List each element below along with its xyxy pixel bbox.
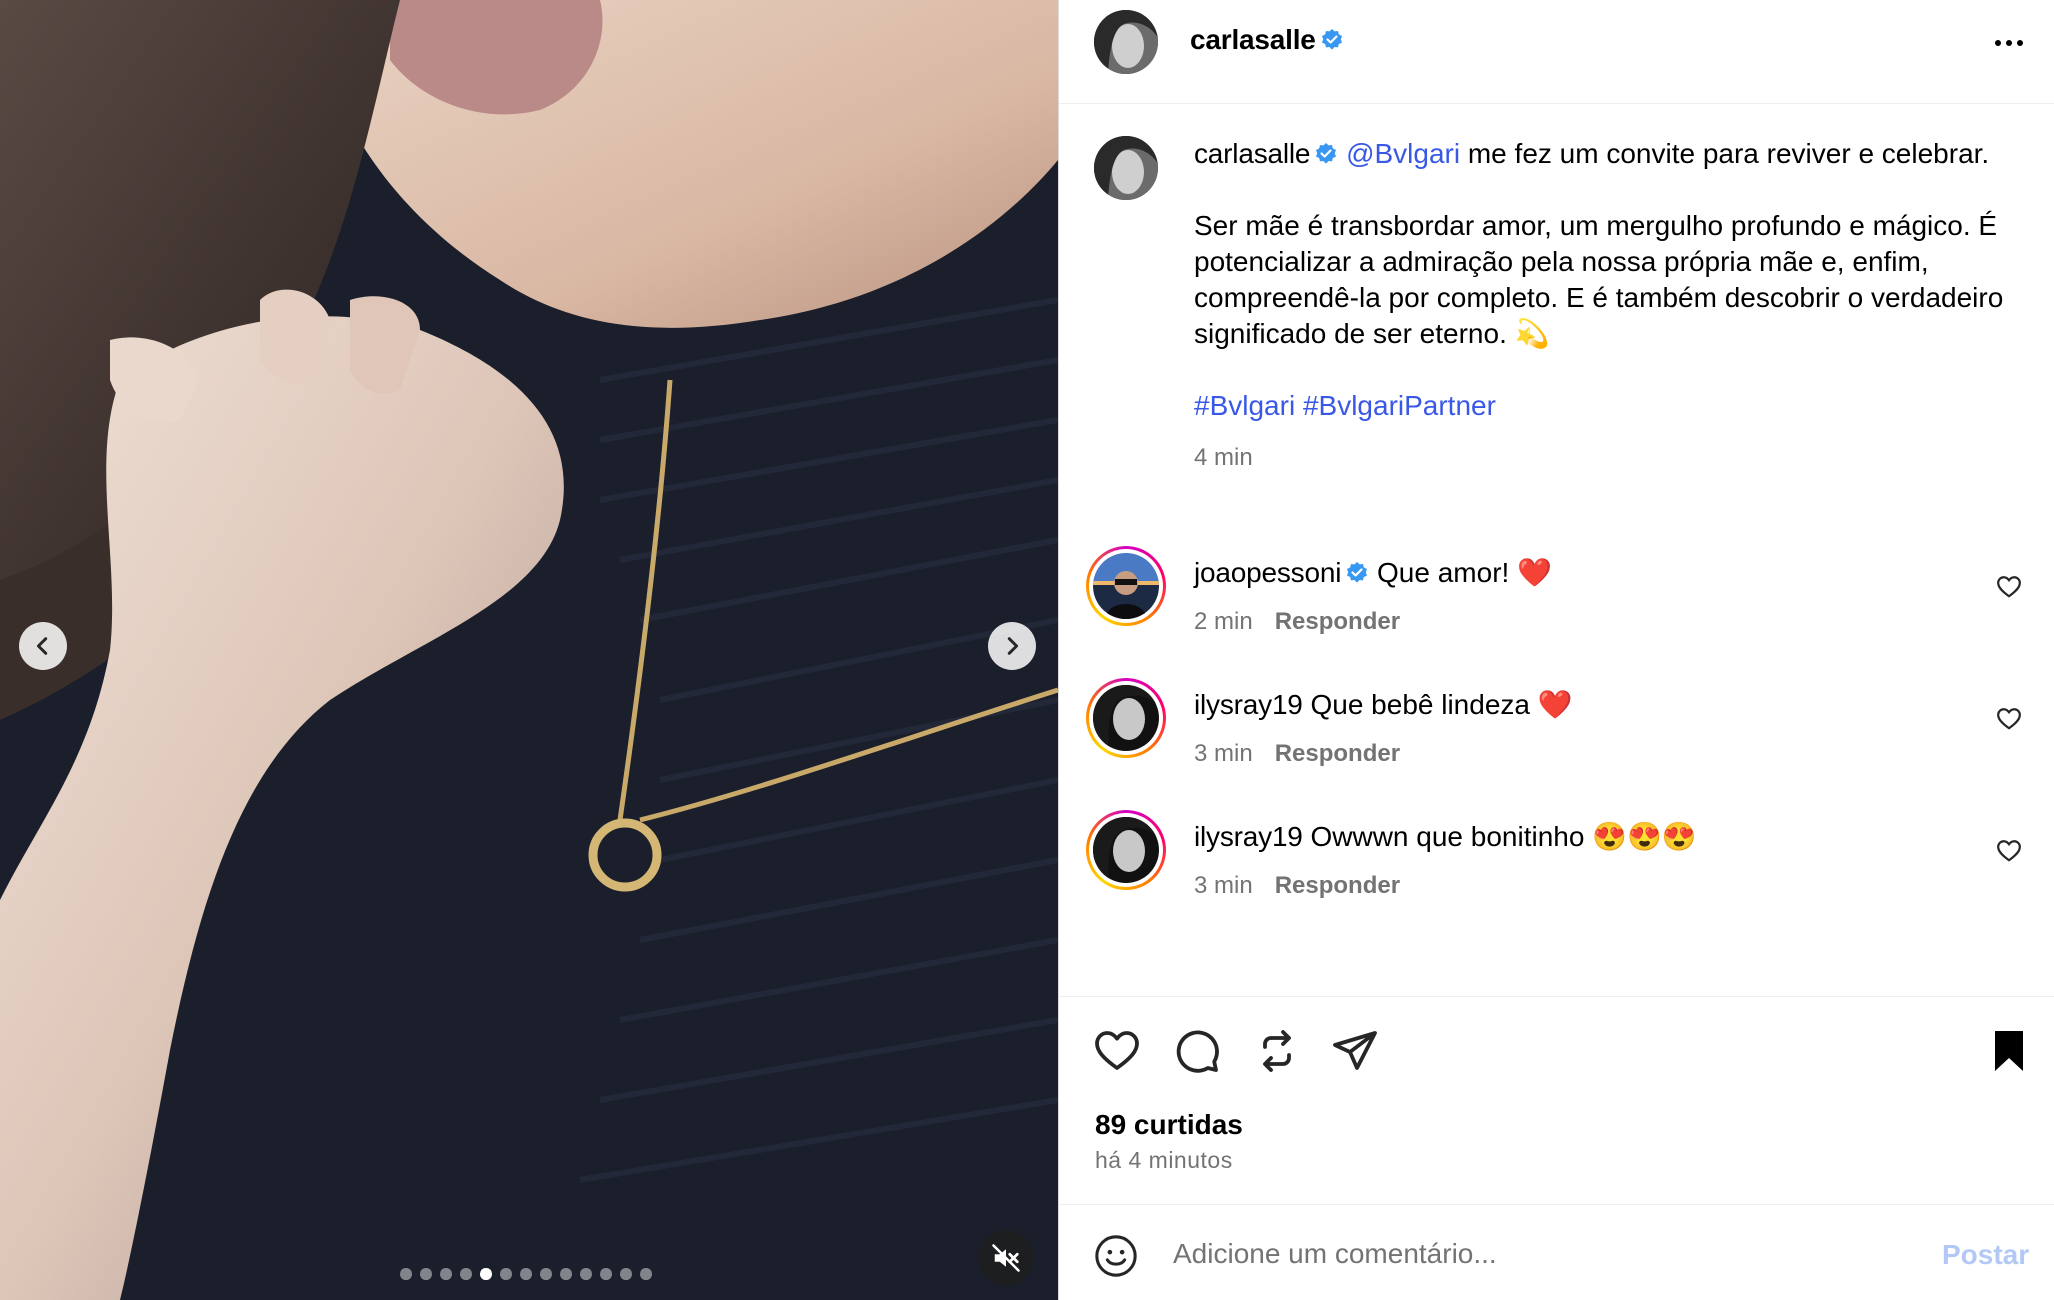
carousel-dot [580, 1268, 592, 1280]
carousel-dot [560, 1268, 572, 1280]
carousel-dot [640, 1268, 652, 1280]
more-options-button[interactable] [1984, 28, 2034, 58]
caption-author-avatar[interactable] [1094, 136, 1158, 200]
commenter-avatar[interactable] [1086, 810, 1166, 890]
next-slide-button[interactable] [988, 622, 1036, 670]
like-comment-heart-icon[interactable] [1996, 838, 2022, 864]
add-comment-bar: Postar [1059, 1204, 2054, 1300]
post-media[interactable] [0, 0, 1058, 1300]
post-timestamp: há 4 minutos [1095, 1147, 1233, 1173]
reply-button[interactable]: Responder [1275, 872, 1400, 899]
carousel-dot [520, 1268, 532, 1280]
carousel-dot [400, 1268, 412, 1280]
like-heart-icon[interactable] [1093, 1027, 1141, 1075]
carousel-dot [420, 1268, 432, 1280]
hashtag-link[interactable]: #Bvlgari [1194, 390, 1295, 421]
post-photo [0, 0, 1058, 1300]
carousel-dot [480, 1268, 492, 1280]
commenter-username[interactable]: ilysray19 [1194, 821, 1303, 852]
author-username[interactable]: carlasalle [1190, 24, 1344, 56]
caption-paragraph: Ser mãe é transbordar amor, um mergulho … [1194, 210, 2004, 349]
comment-item: ilysray19 Owwwn que bonitinho 😍😍😍 3 min R… [1059, 810, 2054, 920]
hashtag-link[interactable]: #BvlgariPartner [1303, 390, 1496, 421]
comment-text: Que amor! ❤️ [1377, 557, 1552, 588]
author-avatar[interactable] [1094, 10, 1158, 74]
emoji-smiley-icon[interactable] [1093, 1233, 1139, 1279]
carousel-dot [600, 1268, 612, 1280]
carousel-indicator [400, 1268, 652, 1280]
comment-timestamp: 3 min [1194, 740, 1253, 767]
post-actions: 89 curtidas há 4 minutos [1059, 996, 2054, 1204]
more-dot-icon [2006, 40, 2012, 46]
like-comment-heart-icon[interactable] [1996, 574, 2022, 600]
comment-item: ilysray19 Que bebê lindeza ❤️ 3 min Respo… [1059, 678, 2054, 788]
commenter-avatar[interactable] [1086, 678, 1166, 758]
carousel-dot [460, 1268, 472, 1280]
reply-button[interactable]: Responder [1275, 608, 1400, 635]
commenter-username[interactable]: joaopessoni [1194, 557, 1341, 588]
more-dot-icon [1995, 40, 2001, 46]
share-paper-plane-icon[interactable] [1331, 1027, 1379, 1075]
comment-timestamp: 3 min [1194, 872, 1253, 899]
mention-link[interactable]: @Bvlgari [1346, 138, 1460, 169]
commenter-username[interactable]: ilysray19 [1194, 689, 1303, 720]
previous-slide-button[interactable] [19, 622, 67, 670]
likes-count[interactable]: 89 curtidas [1095, 1109, 1243, 1141]
verified-badge-icon [1347, 562, 1368, 583]
comment-timestamp: 2 min [1194, 608, 1253, 635]
comment-text: Owwwn que bonitinho 😍😍😍 [1310, 821, 1697, 852]
comment-input[interactable] [1173, 1229, 1893, 1279]
mute-toggle-button[interactable] [978, 1230, 1034, 1286]
comment-item: joaopessoni Que amor! ❤️ 2 min Responder [1059, 546, 2054, 656]
commenter-avatar[interactable] [1086, 546, 1166, 626]
post-header: carlasalle [1059, 0, 2054, 104]
speaker-muted-icon [992, 1244, 1020, 1272]
carousel-dot [620, 1268, 632, 1280]
verified-badge-icon [1321, 29, 1342, 50]
caption-line1: me fez um convite para reviver e celebra… [1460, 138, 1990, 169]
like-comment-heart-icon[interactable] [1996, 706, 2022, 732]
caption-author-username[interactable]: carlasalle [1194, 138, 1310, 169]
carousel-dot [440, 1268, 452, 1280]
post-comment-button[interactable]: Postar [1942, 1239, 2029, 1271]
post-side-panel: carlasalle carlasalle @Bvlgari me fez um… [1058, 0, 2054, 1300]
comment-text: Que bebê lindeza ❤️ [1310, 689, 1573, 720]
chevron-left-icon [36, 637, 48, 655]
comment-bubble-icon[interactable] [1173, 1027, 1221, 1075]
repost-icon[interactable] [1253, 1027, 1301, 1075]
carousel-dot [540, 1268, 552, 1280]
more-dot-icon [2017, 40, 2023, 46]
saved-bookmark-icon[interactable] [1985, 1027, 2033, 1075]
caption-timestamp: 4 min [1194, 444, 1253, 471]
reply-button[interactable]: Responder [1275, 740, 1400, 767]
post-caption: carlasalle @Bvlgari me fez um convite pa… [1194, 136, 2024, 476]
verified-badge-icon [1316, 143, 1337, 164]
carousel-dot [500, 1268, 512, 1280]
chevron-right-icon [1007, 637, 1019, 655]
